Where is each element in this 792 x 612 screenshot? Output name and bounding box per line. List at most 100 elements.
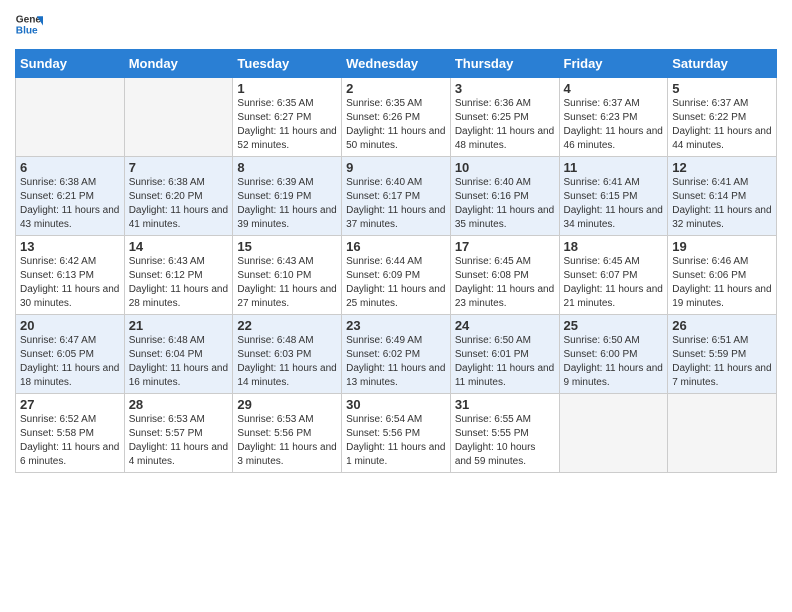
day-number: 15: [237, 239, 337, 254]
day-number: 6: [20, 160, 120, 175]
day-number: 25: [564, 318, 664, 333]
day-number: 13: [20, 239, 120, 254]
day-info: Sunrise: 6:35 AMSunset: 6:26 PMDaylight:…: [346, 97, 446, 153]
day-number: 16: [346, 239, 446, 254]
day-info: Sunrise: 6:36 AMSunset: 6:25 PMDaylight:…: [455, 97, 555, 153]
week-row-5: 27Sunrise: 6:52 AMSunset: 5:58 PMDayligh…: [16, 394, 777, 473]
day-info: Sunrise: 6:40 AMSunset: 6:16 PMDaylight:…: [455, 176, 555, 232]
calendar-table: SundayMondayTuesdayWednesdayThursdayFrid…: [15, 49, 777, 473]
calendar-cell: 25Sunrise: 6:50 AMSunset: 6:00 PMDayligh…: [559, 315, 668, 394]
day-info: Sunrise: 6:43 AMSunset: 6:12 PMDaylight:…: [129, 255, 229, 311]
weekday-header-thursday: Thursday: [450, 50, 559, 78]
day-info: Sunrise: 6:42 AMSunset: 6:13 PMDaylight:…: [20, 255, 120, 311]
day-number: 17: [455, 239, 555, 254]
calendar-cell: 30Sunrise: 6:54 AMSunset: 5:56 PMDayligh…: [342, 394, 451, 473]
week-row-1: 1Sunrise: 6:35 AMSunset: 6:27 PMDaylight…: [16, 78, 777, 157]
day-info: Sunrise: 6:47 AMSunset: 6:05 PMDaylight:…: [20, 334, 120, 390]
day-info: Sunrise: 6:46 AMSunset: 6:06 PMDaylight:…: [672, 255, 772, 311]
day-info: Sunrise: 6:45 AMSunset: 6:07 PMDaylight:…: [564, 255, 664, 311]
day-info: Sunrise: 6:35 AMSunset: 6:27 PMDaylight:…: [237, 97, 337, 153]
weekday-header-saturday: Saturday: [668, 50, 777, 78]
day-number: 12: [672, 160, 772, 175]
day-number: 8: [237, 160, 337, 175]
day-info: Sunrise: 6:51 AMSunset: 5:59 PMDaylight:…: [672, 334, 772, 390]
calendar-cell: 26Sunrise: 6:51 AMSunset: 5:59 PMDayligh…: [668, 315, 777, 394]
day-number: 21: [129, 318, 229, 333]
day-number: 3: [455, 81, 555, 96]
day-number: 22: [237, 318, 337, 333]
logo: General Blue: [15, 10, 43, 43]
day-info: Sunrise: 6:43 AMSunset: 6:10 PMDaylight:…: [237, 255, 337, 311]
weekday-header-row: SundayMondayTuesdayWednesdayThursdayFrid…: [16, 50, 777, 78]
calendar-cell: 2Sunrise: 6:35 AMSunset: 6:26 PMDaylight…: [342, 78, 451, 157]
day-number: 23: [346, 318, 446, 333]
day-info: Sunrise: 6:40 AMSunset: 6:17 PMDaylight:…: [346, 176, 446, 232]
weekday-header-tuesday: Tuesday: [233, 50, 342, 78]
day-number: 5: [672, 81, 772, 96]
day-number: 26: [672, 318, 772, 333]
calendar-cell: 31Sunrise: 6:55 AMSunset: 5:55 PMDayligh…: [450, 394, 559, 473]
day-info: Sunrise: 6:38 AMSunset: 6:21 PMDaylight:…: [20, 176, 120, 232]
calendar-cell: 27Sunrise: 6:52 AMSunset: 5:58 PMDayligh…: [16, 394, 125, 473]
day-number: 4: [564, 81, 664, 96]
day-number: 10: [455, 160, 555, 175]
calendar-cell: [16, 78, 125, 157]
day-number: 27: [20, 397, 120, 412]
day-number: 1: [237, 81, 337, 96]
calendar-cell: 21Sunrise: 6:48 AMSunset: 6:04 PMDayligh…: [124, 315, 233, 394]
day-info: Sunrise: 6:50 AMSunset: 6:01 PMDaylight:…: [455, 334, 555, 390]
weekday-header-friday: Friday: [559, 50, 668, 78]
calendar-cell: 22Sunrise: 6:48 AMSunset: 6:03 PMDayligh…: [233, 315, 342, 394]
calendar-cell: 7Sunrise: 6:38 AMSunset: 6:20 PMDaylight…: [124, 157, 233, 236]
day-info: Sunrise: 6:53 AMSunset: 5:57 PMDaylight:…: [129, 413, 229, 469]
calendar-cell: 12Sunrise: 6:41 AMSunset: 6:14 PMDayligh…: [668, 157, 777, 236]
weekday-header-sunday: Sunday: [16, 50, 125, 78]
calendar-cell: 6Sunrise: 6:38 AMSunset: 6:21 PMDaylight…: [16, 157, 125, 236]
week-row-2: 6Sunrise: 6:38 AMSunset: 6:21 PMDaylight…: [16, 157, 777, 236]
calendar-cell: 8Sunrise: 6:39 AMSunset: 6:19 PMDaylight…: [233, 157, 342, 236]
calendar-cell: [124, 78, 233, 157]
calendar-cell: 9Sunrise: 6:40 AMSunset: 6:17 PMDaylight…: [342, 157, 451, 236]
day-info: Sunrise: 6:37 AMSunset: 6:22 PMDaylight:…: [672, 97, 772, 153]
logo-icon: General Blue: [15, 10, 43, 38]
day-info: Sunrise: 6:41 AMSunset: 6:15 PMDaylight:…: [564, 176, 664, 232]
day-info: Sunrise: 6:48 AMSunset: 6:03 PMDaylight:…: [237, 334, 337, 390]
day-number: 30: [346, 397, 446, 412]
day-info: Sunrise: 6:39 AMSunset: 6:19 PMDaylight:…: [237, 176, 337, 232]
week-row-4: 20Sunrise: 6:47 AMSunset: 6:05 PMDayligh…: [16, 315, 777, 394]
calendar-cell: 13Sunrise: 6:42 AMSunset: 6:13 PMDayligh…: [16, 236, 125, 315]
calendar-cell: [668, 394, 777, 473]
day-number: 11: [564, 160, 664, 175]
day-info: Sunrise: 6:37 AMSunset: 6:23 PMDaylight:…: [564, 97, 664, 153]
day-info: Sunrise: 6:48 AMSunset: 6:04 PMDaylight:…: [129, 334, 229, 390]
calendar-cell: 5Sunrise: 6:37 AMSunset: 6:22 PMDaylight…: [668, 78, 777, 157]
day-number: 14: [129, 239, 229, 254]
weekday-header-wednesday: Wednesday: [342, 50, 451, 78]
calendar-cell: 10Sunrise: 6:40 AMSunset: 6:16 PMDayligh…: [450, 157, 559, 236]
calendar-cell: 11Sunrise: 6:41 AMSunset: 6:15 PMDayligh…: [559, 157, 668, 236]
calendar-cell: 19Sunrise: 6:46 AMSunset: 6:06 PMDayligh…: [668, 236, 777, 315]
calendar-cell: 1Sunrise: 6:35 AMSunset: 6:27 PMDaylight…: [233, 78, 342, 157]
weekday-header-monday: Monday: [124, 50, 233, 78]
week-row-3: 13Sunrise: 6:42 AMSunset: 6:13 PMDayligh…: [16, 236, 777, 315]
day-number: 28: [129, 397, 229, 412]
calendar-cell: 24Sunrise: 6:50 AMSunset: 6:01 PMDayligh…: [450, 315, 559, 394]
day-number: 20: [20, 318, 120, 333]
svg-text:Blue: Blue: [16, 25, 38, 36]
day-info: Sunrise: 6:55 AMSunset: 5:55 PMDaylight:…: [455, 413, 555, 469]
calendar-cell: 3Sunrise: 6:36 AMSunset: 6:25 PMDaylight…: [450, 78, 559, 157]
calendar-cell: 18Sunrise: 6:45 AMSunset: 6:07 PMDayligh…: [559, 236, 668, 315]
svg-text:General: General: [16, 14, 43, 25]
calendar-cell: 15Sunrise: 6:43 AMSunset: 6:10 PMDayligh…: [233, 236, 342, 315]
day-number: 18: [564, 239, 664, 254]
day-number: 9: [346, 160, 446, 175]
calendar-cell: 20Sunrise: 6:47 AMSunset: 6:05 PMDayligh…: [16, 315, 125, 394]
day-number: 29: [237, 397, 337, 412]
day-info: Sunrise: 6:49 AMSunset: 6:02 PMDaylight:…: [346, 334, 446, 390]
day-info: Sunrise: 6:38 AMSunset: 6:20 PMDaylight:…: [129, 176, 229, 232]
header: General Blue: [15, 10, 777, 43]
calendar-cell: 4Sunrise: 6:37 AMSunset: 6:23 PMDaylight…: [559, 78, 668, 157]
day-info: Sunrise: 6:52 AMSunset: 5:58 PMDaylight:…: [20, 413, 120, 469]
calendar-cell: 16Sunrise: 6:44 AMSunset: 6:09 PMDayligh…: [342, 236, 451, 315]
day-info: Sunrise: 6:54 AMSunset: 5:56 PMDaylight:…: [346, 413, 446, 469]
